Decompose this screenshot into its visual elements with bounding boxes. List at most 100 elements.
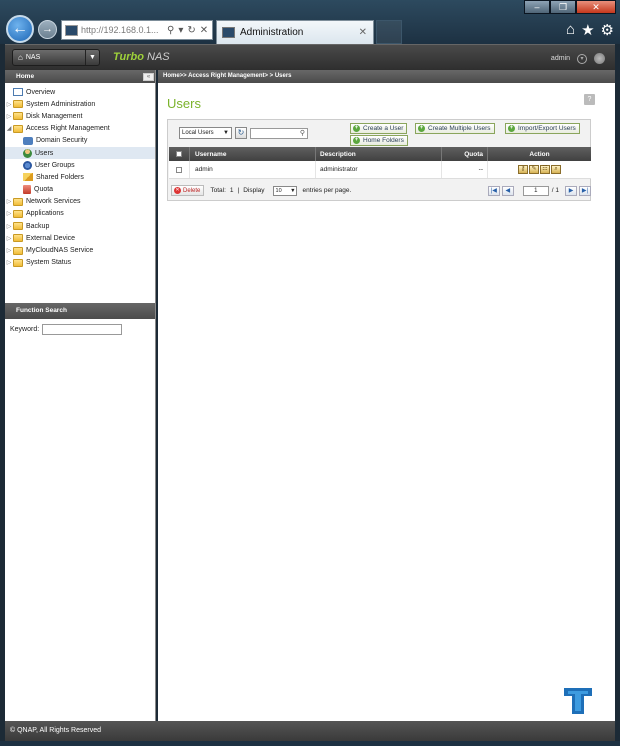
create-user-button[interactable]: + Create a User [350,123,408,134]
page-number-input[interactable]: 1 [522,185,549,196]
page-title: Users [167,96,201,111]
delete-button[interactable]: ✕ Delete [171,185,205,196]
sidebar-item-users[interactable]: Users [5,146,155,160]
back-button[interactable]: ← [6,15,34,43]
sidebar-item-overview[interactable]: Overview [5,86,155,98]
sidebar-item-network-services[interactable]: ▷ Network Services [5,196,155,208]
expand-arrow-icon[interactable]: ▷ [5,198,13,205]
sidebar-item-domain-security[interactable]: Domain Security [5,135,155,147]
folder-permission-icon[interactable]: ⌕ [551,165,561,174]
cell-username: admin [190,161,316,178]
gear-icon[interactable]: ⚙ [601,21,614,39]
edit-profile-icon[interactable]: ✎ [529,165,539,174]
sidebar-item-shared-folders[interactable]: Shared Folders [5,171,155,183]
sidebar-item-system-status[interactable]: ▷ System Status [5,257,155,269]
help-icon[interactable]: ? [584,94,595,105]
breadcrumb: Home>> Access Right Management> > Users [158,70,615,83]
minimize-icon[interactable]: – [524,0,550,14]
nas-selector-label: NAS [25,54,41,61]
next-page-icon[interactable]: ▶ [565,185,577,196]
import-export-users-button[interactable]: + Import/Export Users [505,123,580,134]
expand-arrow-icon[interactable]: ▷ [5,223,13,230]
previous-page-icon[interactable]: ◀ [501,185,514,196]
filter-toolbar: Local Users ▼ ↻ ⚲ [179,127,308,139]
address-text[interactable]: http://192.168.0.1... [81,25,163,35]
shared-folders-icon [23,173,33,182]
expand-arrow-icon[interactable]: ▷ [5,247,13,254]
sidebar-item-applications[interactable]: ▷ Applications [5,208,155,220]
language-globe-icon[interactable] [594,53,605,64]
home-folders-button[interactable]: + Home Folders [350,135,408,146]
sidebar-item-label: Users [35,149,54,157]
forward-button[interactable]: → [38,20,57,39]
sidebar-item-mycloudnas-service[interactable]: ▷ MyCloudNAS Service [5,244,155,256]
delete-icon: ✕ [174,187,181,194]
address-bar[interactable]: http://192.168.0.1... ⚲ ▾ ↻ ✕ [61,20,213,40]
import-export-label: Import/Export Users [518,125,576,132]
column-quota[interactable]: Quota [442,147,488,161]
nas-selector[interactable]: ⌂ NAS ▼ [12,49,100,66]
expand-arrow-icon[interactable]: ▷ [5,113,13,120]
browser-tools: ⌂ ★ ⚙ [566,21,614,39]
username-label[interactable]: admin [551,55,570,62]
turbo-nas-logo: Turbo NAS [113,51,170,63]
search-icon[interactable]: ⚲ [167,25,174,36]
sidebar-item-label: System Administration [26,100,96,108]
keyword-input[interactable] [42,324,123,335]
expand-arrow-icon[interactable]: ▷ [5,210,13,217]
sidebar-item-label: Backup [26,222,50,230]
table-row[interactable]: admin administrator -- ⚷ ✎ ☷ ⌕ [169,161,591,179]
collapse-arrow-icon[interactable]: ◢ [5,125,13,132]
sidebar-item-external-device[interactable]: ▷ External Device [5,232,155,244]
users-table: Username Description Quota Action admin … [169,147,591,179]
select-all-checkbox[interactable] [176,151,182,157]
search-icon[interactable]: ⚲ [300,129,305,137]
expand-arrow-icon[interactable]: ▷ [5,259,13,266]
dropdown-icon[interactable]: ▾ [178,25,183,36]
sidebar-item-disk-management[interactable]: ▷ Disk Management [5,110,155,122]
user-menu-icon[interactable]: ▾ [577,53,587,64]
change-password-icon[interactable]: ⚷ [518,165,528,174]
tab-close-icon[interactable]: ✕ [359,27,367,38]
sidebar: Home Overview ▷ System Administration ▷ … [5,70,156,721]
home-icon[interactable]: ⌂ [566,21,575,39]
last-page-icon[interactable]: ▶| [579,185,591,196]
pagination-bar: ✕ Delete Total: 1 | Display 10 ▼ entries… [171,184,591,197]
overview-icon [13,88,23,97]
collapse-sidebar-icon[interactable]: « [143,73,154,81]
pager-separator: | [237,187,240,194]
user-type-select[interactable]: Local Users ▼ [179,127,232,139]
edit-group-icon[interactable]: ☷ [540,165,550,174]
tab-administration[interactable]: Administration ✕ [216,20,374,44]
sidebar-item-backup[interactable]: ▷ Backup [5,220,155,232]
folder-icon [13,222,23,231]
restore-icon[interactable]: ❐ [550,0,576,14]
sidebar-item-user-groups[interactable]: User Groups [5,159,155,171]
first-page-icon[interactable]: |◀ [487,185,500,196]
cell-description: administrator [316,161,442,178]
user-search-input[interactable]: ⚲ [250,127,308,139]
sidebar-item-label: Shared Folders [36,173,84,181]
star-icon[interactable]: ★ [581,21,594,39]
sidebar-item-system-administration[interactable]: ▷ System Administration [5,98,155,110]
browser-chrome: – ❐ ✕ ← → http://192.168.0.1... ⚲ ▾ ↻ ✕ … [0,0,620,44]
chevron-down-icon[interactable]: ▼ [85,50,99,65]
refresh-icon[interactable]: ↻ [235,127,247,139]
sidebar-item-label: External Device [26,234,76,242]
entries-per-page-select[interactable]: 10 ▼ [272,185,297,196]
expand-arrow-icon[interactable]: ▷ [5,235,13,242]
create-multiple-users-button[interactable]: + Create Multiple Users [415,123,495,134]
new-tab-button[interactable] [376,20,402,44]
sidebar-item-label: Network Services [26,198,81,206]
plus-icon: + [418,125,425,132]
page-total: / 1 [551,187,559,194]
column-username[interactable]: Username [190,147,316,161]
expand-arrow-icon[interactable]: ▷ [5,101,13,108]
row-checkbox[interactable] [176,166,182,173]
column-description[interactable]: Description [316,147,442,161]
refresh-icon[interactable]: ↻ [187,25,195,36]
sidebar-item-quota[interactable]: Quota [5,184,155,196]
stop-icon[interactable]: ✕ [200,25,208,36]
close-icon[interactable]: ✕ [576,0,616,14]
sidebar-item-access-right-management[interactable]: ◢ Access Right Management [5,123,155,135]
